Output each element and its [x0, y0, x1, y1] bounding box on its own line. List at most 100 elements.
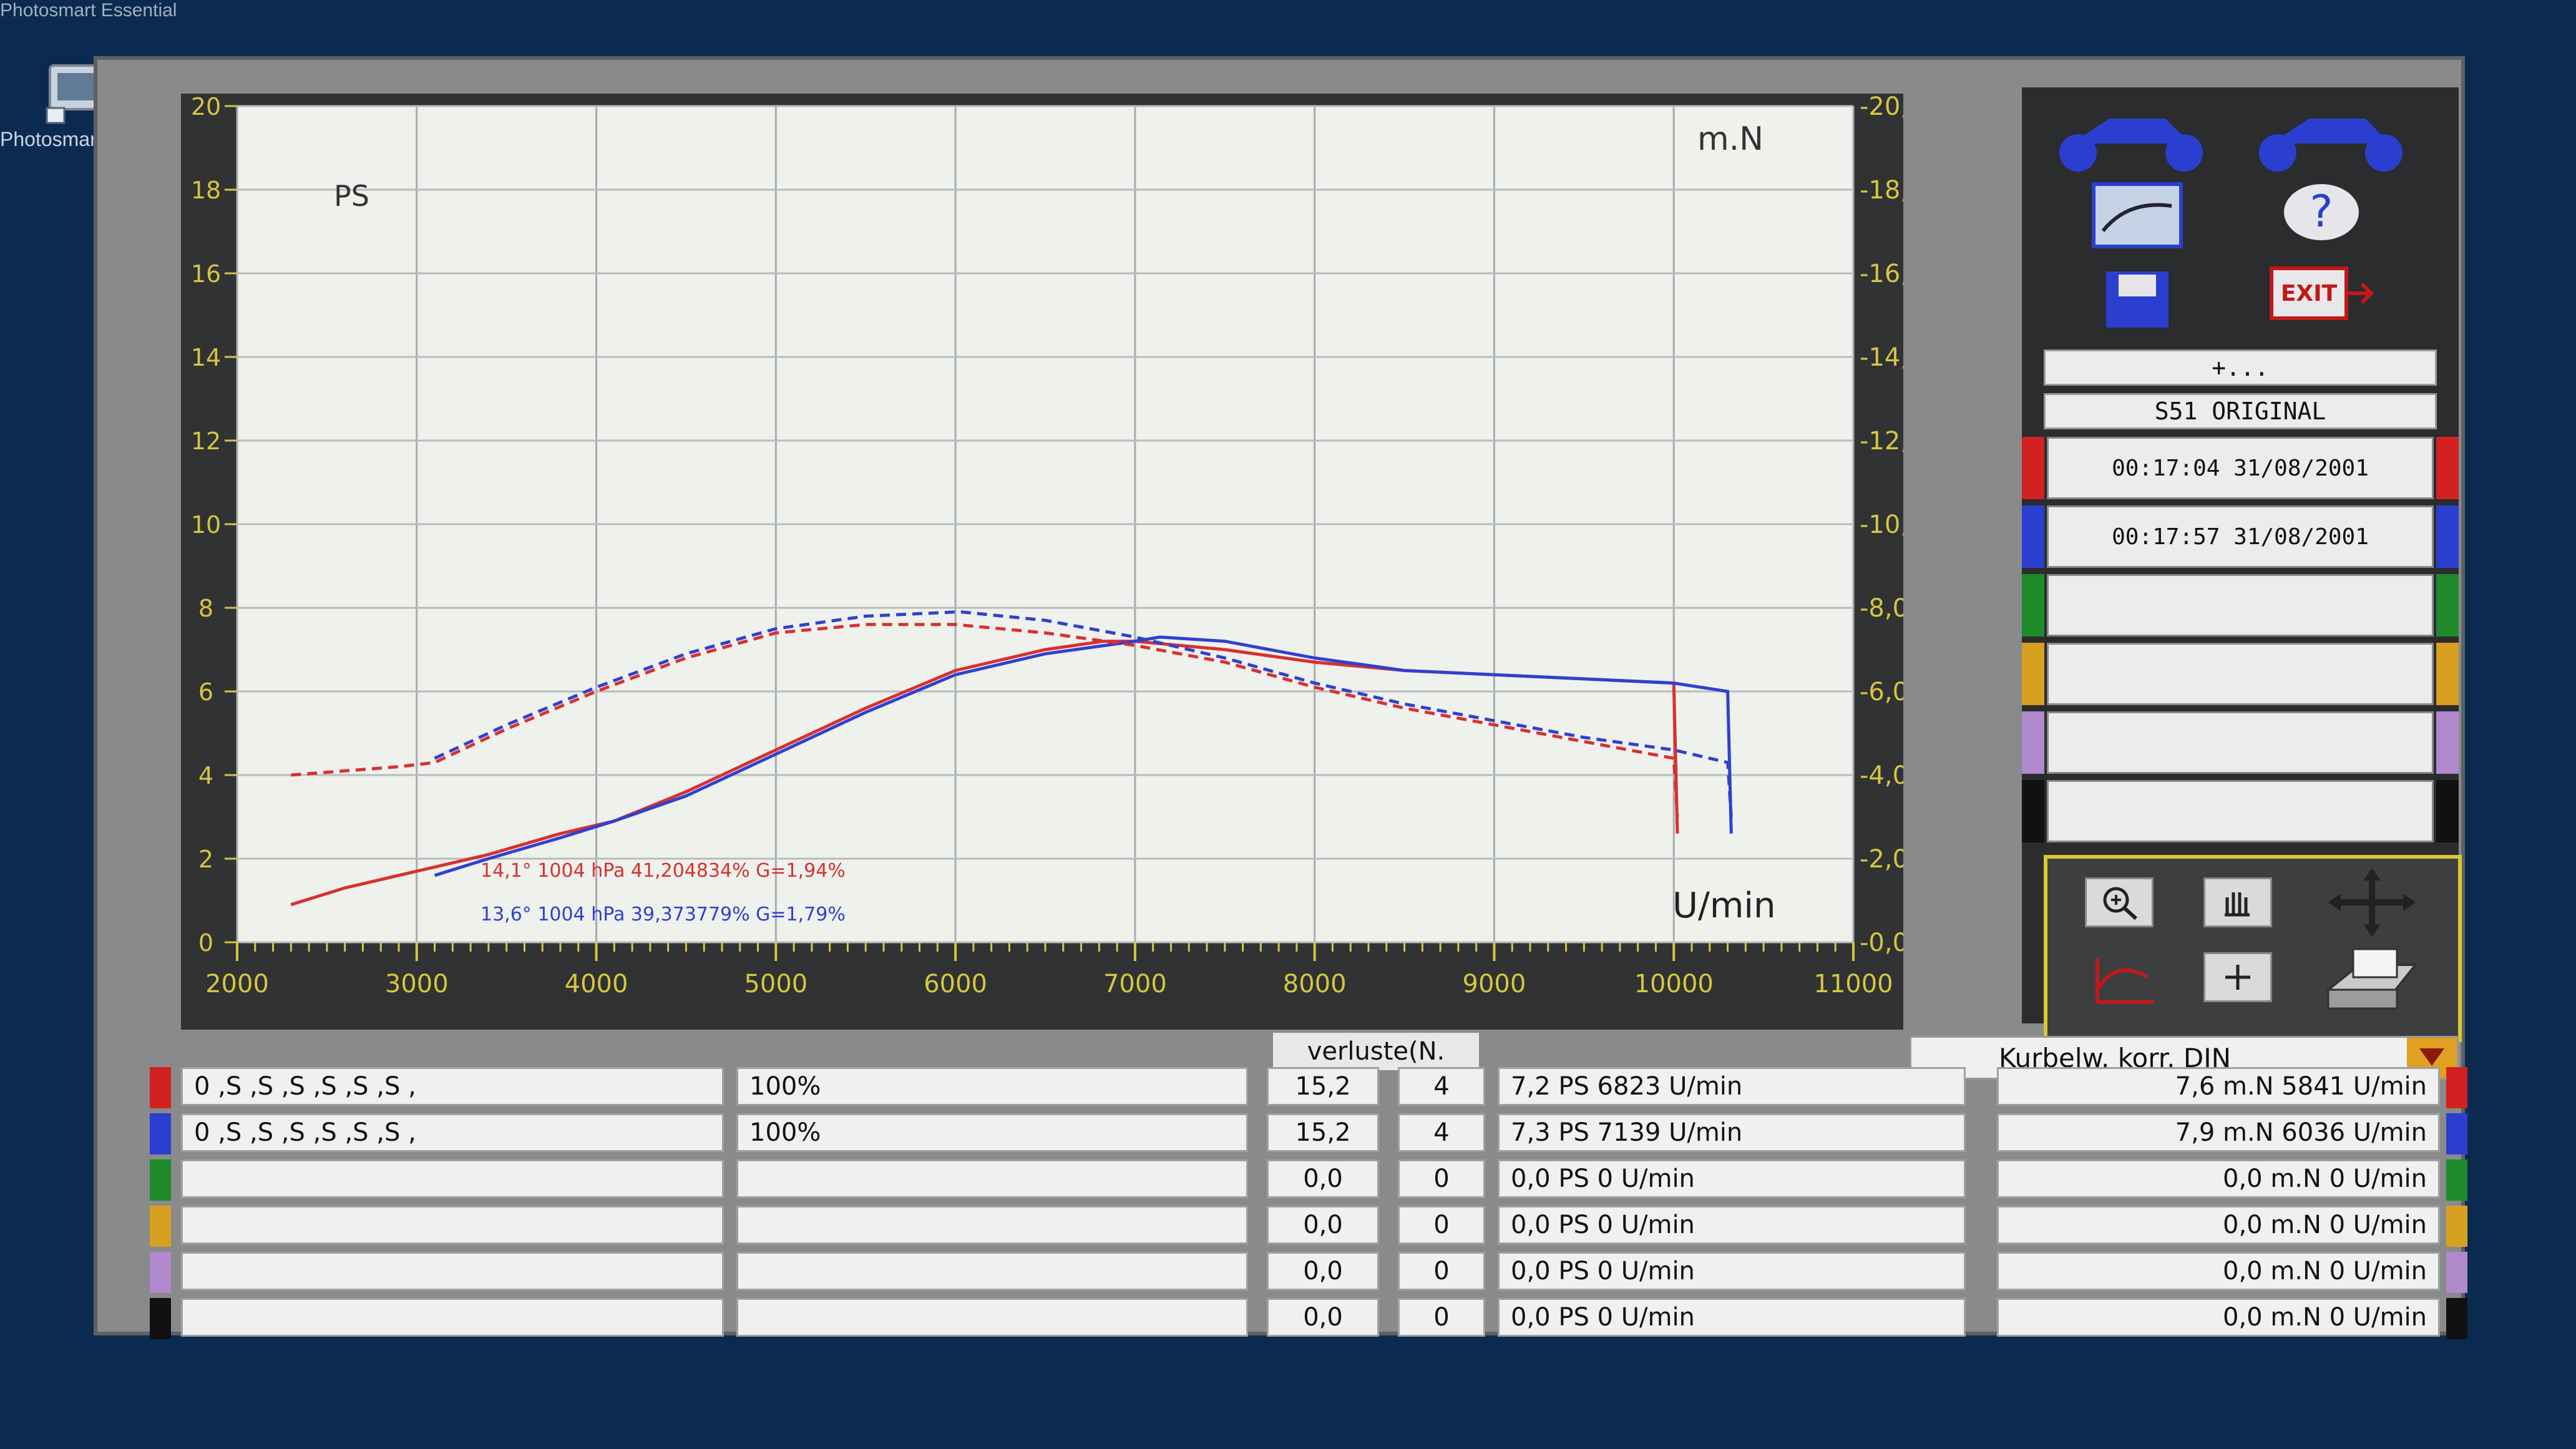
row-color-stripe [150, 1067, 171, 1108]
row-percent-cell[interactable] [736, 1159, 1248, 1198]
save-icon[interactable] [2103, 268, 2172, 333]
x-tick-label: 11000 [1813, 970, 1893, 998]
curve-slot[interactable]: 00:17:04 31/08/2001 [2047, 437, 2434, 499]
row-percent-cell[interactable]: 100% [736, 1113, 1248, 1152]
motorcycle-blue-icon[interactable] [2247, 100, 2421, 177]
row-verluste-cell[interactable]: 0,0 [1267, 1298, 1379, 1337]
left-tick-label: 4 [198, 762, 213, 789]
printer-icon[interactable] [2316, 946, 2428, 1017]
add-curve-button[interactable]: +... [2044, 349, 2437, 386]
left-tick-label: 12 [191, 427, 221, 455]
row-count-cell[interactable]: 0 [1398, 1298, 1485, 1337]
x-tick-label: 10000 [1634, 970, 1714, 998]
pan-hand-icon[interactable] [2203, 877, 2272, 927]
slot-color-right [2436, 711, 2459, 774]
left-tick-label: 10 [191, 511, 221, 539]
move-arrows-icon[interactable] [2322, 868, 2422, 939]
right-unit-label: m.N [1697, 120, 1764, 158]
left-tick-label: 18 [191, 177, 221, 204]
row-percent-cell[interactable]: 100% [736, 1067, 1248, 1106]
x-tick-label: 3000 [385, 970, 449, 998]
graph-settings-icon[interactable] [2091, 181, 2184, 252]
row-mn-cell: 0,0 m.N 0 U/min [1997, 1159, 2440, 1198]
row-verluste-cell[interactable]: 15,2 [1267, 1113, 1379, 1152]
row-count-cell[interactable]: 0 [1398, 1206, 1485, 1244]
row-name-cell[interactable]: 0 ,S ,S ,S ,S ,S ,S , [181, 1067, 724, 1106]
row-ps-cell: 7,3 PS 7139 U/min [1498, 1113, 1966, 1152]
crosshair-icon[interactable] [2203, 952, 2272, 1002]
row-name-cell[interactable] [181, 1206, 724, 1244]
slot-color-right [2436, 437, 2459, 499]
row-color-stripe [150, 1159, 171, 1201]
right-tick-label: -8,0 [1860, 594, 1903, 623]
curve-slot[interactable] [2047, 780, 2434, 842]
slot-color-right [2436, 780, 2459, 842]
curve-slot[interactable] [2047, 574, 2434, 637]
row-verluste-cell[interactable]: 0,0 [1267, 1159, 1379, 1198]
row-count-cell[interactable]: 4 [1398, 1067, 1485, 1106]
x-tick-label: 2000 [205, 970, 269, 998]
right-tick-label: -10,0 [1860, 510, 1903, 539]
row-name-cell[interactable] [181, 1298, 724, 1337]
row-name-cell[interactable] [181, 1252, 724, 1290]
slot-color-left [2022, 643, 2044, 705]
x-tick-label: 9000 [1463, 970, 1526, 998]
x-tick-label: 6000 [924, 970, 987, 998]
x-tick-label: 7000 [1103, 970, 1167, 998]
curve-slot[interactable] [2047, 643, 2434, 705]
curve-slot[interactable] [2047, 711, 2434, 774]
left-tick-label: 0 [198, 929, 213, 957]
row-ps-cell: 0,0 PS 0 U/min [1498, 1159, 1966, 1198]
row-mn-cell: 7,6 m.N 5841 U/min [1997, 1067, 2440, 1106]
left-tick-label: 20 [191, 94, 221, 120]
annotation-blue: 13,6° 1004 hPa 39,373779% G=1,79% [481, 904, 846, 925]
row-color-stripe-right [2446, 1206, 2467, 1247]
row-name-cell[interactable] [181, 1159, 724, 1198]
x-tick-label: 8000 [1283, 970, 1347, 998]
row-color-stripe [150, 1252, 171, 1293]
dyno-chart[interactable]: 0 2 4 6 8 10 12 14 16 18 20 -0,0 -2,0 -4,0 -6,0 -8,0 -1… [181, 94, 1903, 1030]
row-verluste-cell[interactable]: 15,2 [1267, 1067, 1379, 1106]
dyno-chart-svg[interactable]: 0 2 4 6 8 10 12 14 16 18 20 -0,0 -2,0 -4,0 -6,0 -8,0 -1… [181, 94, 1903, 1030]
row-ps-cell: 0,0 PS 0 U/min [1498, 1298, 1966, 1337]
motorcycle-red-icon[interactable] [2047, 100, 2222, 177]
row-mn-cell: 0,0 m.N 0 U/min [1997, 1206, 2440, 1244]
row-percent-cell[interactable] [736, 1206, 1248, 1244]
exit-icon[interactable]: EXIT [2265, 262, 2378, 333]
right-tick-label: -12,0 [1860, 427, 1903, 456]
row-verluste-cell[interactable]: 0,0 [1267, 1252, 1379, 1290]
row-color-stripe-right [2446, 1298, 2467, 1339]
row-ps-cell: 0,0 PS 0 U/min [1498, 1252, 1966, 1290]
right-tick-label: -20,0 [1860, 94, 1903, 121]
right-axis: -0,0 -2,0 -4,0 -6,0 -8,0 -10,0 -12,0 -14,0 -16,0… [1860, 94, 1903, 957]
verluste-header: verluste(N. [1273, 1033, 1479, 1070]
help-icon[interactable]: ? [2278, 178, 2365, 255]
annotation-red: 14,1° 1004 hPa 41,204834% G=1,94% [481, 860, 846, 882]
zoom-icon[interactable] [2085, 877, 2154, 927]
slot-color-left [2022, 780, 2044, 842]
right-tick-label: -2,0 [1860, 845, 1903, 874]
slot-color-right [2436, 574, 2459, 637]
x-tick-label: 5000 [744, 970, 807, 998]
right-tick-label: -18,0 [1860, 176, 1903, 205]
tool-panel [2044, 855, 2462, 1042]
curve-icon[interactable] [2085, 952, 2160, 1011]
row-verluste-cell[interactable]: 0,0 [1267, 1206, 1379, 1244]
slot-color-right [2436, 505, 2459, 568]
right-tick-label: -6,0 [1860, 678, 1903, 706]
row-percent-cell[interactable] [736, 1252, 1248, 1290]
row-name-cell[interactable]: 0 ,S ,S ,S ,S ,S ,S , [181, 1113, 724, 1152]
row-ps-cell: 7,2 PS 6823 U/min [1498, 1067, 1966, 1106]
right-tick-label: -4,0 [1860, 761, 1903, 790]
left-unit-label: PS [334, 179, 369, 213]
left-tick-label: 16 [191, 260, 221, 288]
row-count-cell[interactable]: 4 [1398, 1113, 1485, 1152]
svg-text:?: ? [2310, 186, 2333, 237]
slot-color-left [2022, 574, 2044, 637]
row-mn-cell: 0,0 m.N 0 U/min [1997, 1298, 2440, 1337]
row-count-cell[interactable]: 0 [1398, 1252, 1485, 1290]
row-percent-cell[interactable] [736, 1298, 1248, 1337]
curve-slot[interactable]: 00:17:57 31/08/2001 [2047, 505, 2434, 568]
left-tick-label: 14 [191, 344, 221, 371]
row-count-cell[interactable]: 0 [1398, 1159, 1485, 1198]
